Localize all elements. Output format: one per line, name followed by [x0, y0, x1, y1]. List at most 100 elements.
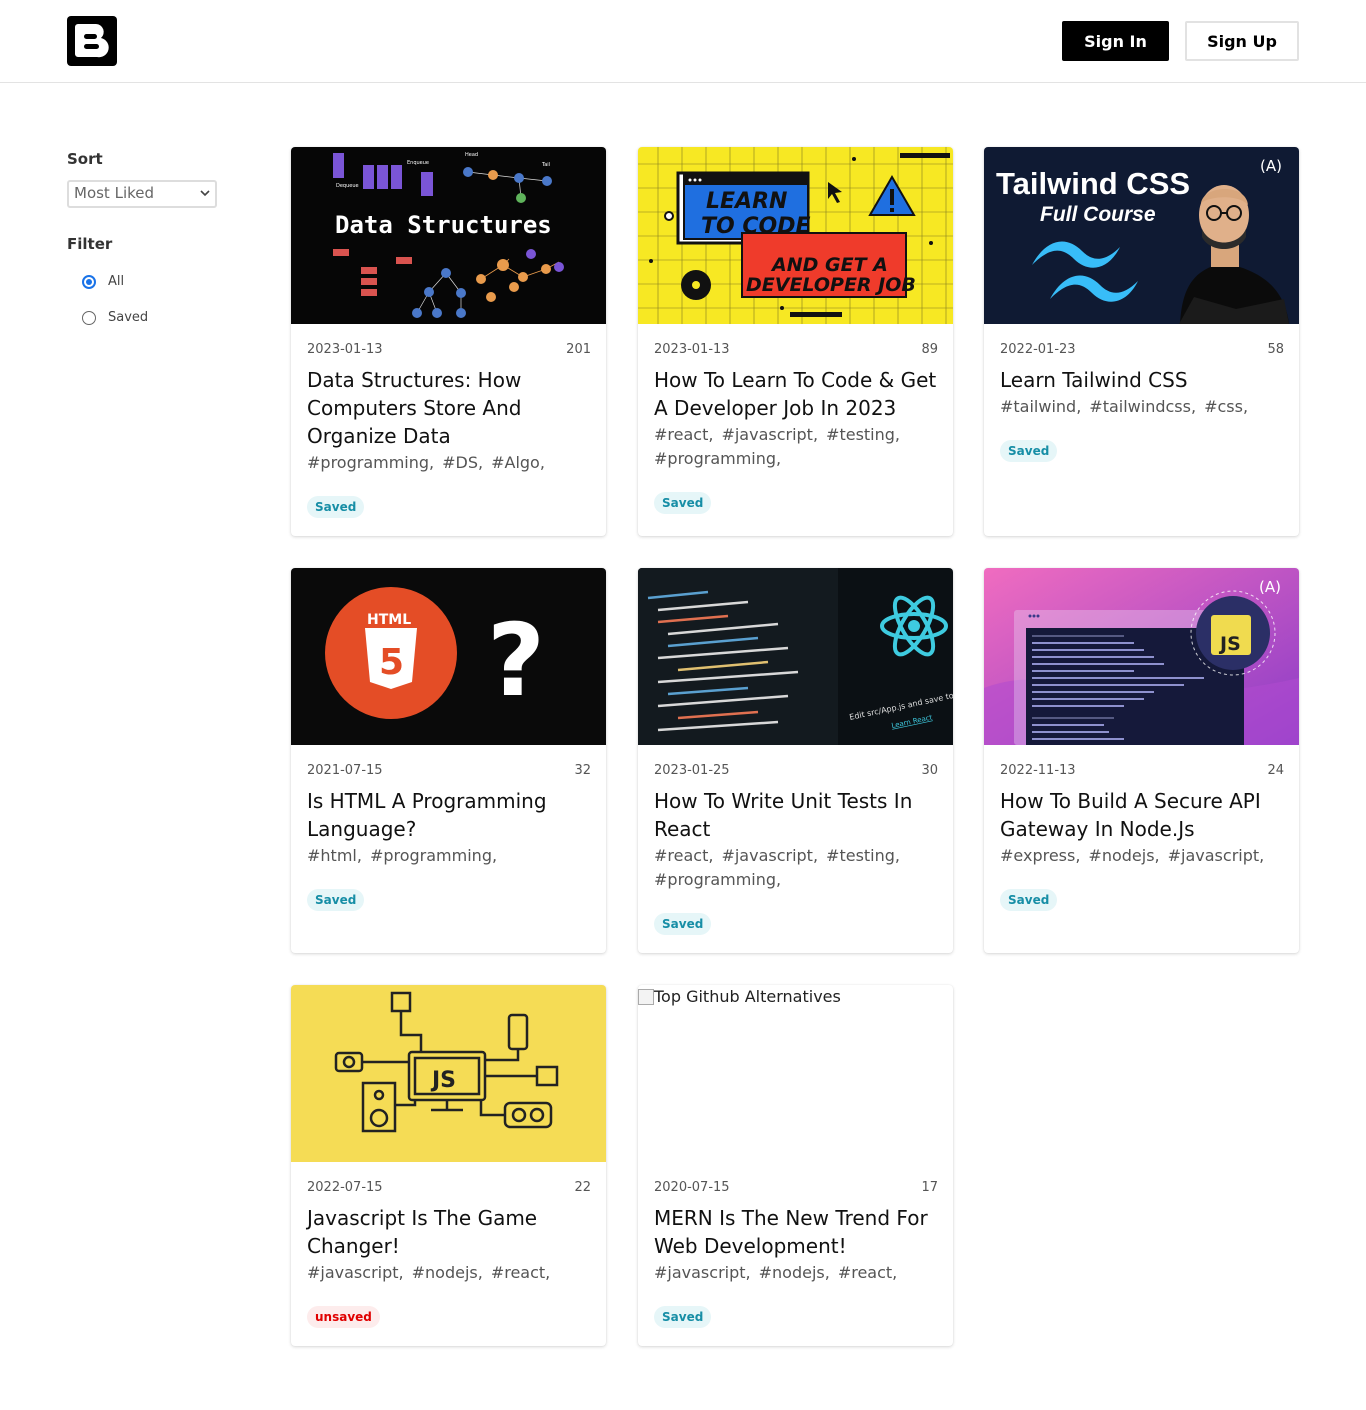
sign-in-button[interactable]: Sign In: [1062, 21, 1169, 61]
tag-link[interactable]: #programming,: [307, 453, 434, 472]
broken-image-icon: [638, 988, 654, 1005]
svg-text:Tail: Tail: [541, 162, 550, 168]
tag-link[interactable]: #nodejs,: [1088, 846, 1159, 865]
tag-link[interactable]: #express,: [1000, 846, 1080, 865]
post-card[interactable]: Edit src/App.js and save to reload. Lear…: [638, 568, 953, 953]
tag-link[interactable]: #testing,: [826, 425, 900, 444]
post-card[interactable]: JS 2022-07-15 22 Javascript Is The Game …: [291, 985, 606, 1346]
post-title[interactable]: MERN Is The New Trend For Web Developmen…: [654, 1204, 942, 1260]
post-thumbnail[interactable]: LEARN TO CODE AND GET A DEVELOPER JOB: [638, 147, 953, 324]
post-tags: #javascript, #nodejs, #react,: [654, 1261, 944, 1285]
post-card[interactable]: Top Github Alternatives 2020-07-15 17 ME…: [638, 985, 953, 1346]
svg-text:JS: JS: [1218, 633, 1241, 655]
post-thumbnail[interactable]: JS (A): [984, 568, 1299, 745]
radio-all[interactable]: [82, 274, 96, 289]
tag-link[interactable]: #nodejs,: [412, 1263, 483, 1282]
saved-badge[interactable]: Saved: [654, 913, 712, 935]
filter-option-label: Saved: [108, 310, 149, 325]
post-tags: #javascript, #nodejs, #react,: [307, 1261, 597, 1285]
tag-link[interactable]: #react,: [654, 425, 713, 444]
post-date: 2020-07-15: [654, 1180, 730, 1195]
post-thumbnail[interactable]: HTML 5 ?: [291, 568, 606, 745]
tag-link[interactable]: #programming,: [654, 870, 781, 889]
tag-link[interactable]: #DS,: [442, 453, 483, 472]
tag-link[interactable]: #javascript,: [721, 846, 818, 865]
like-count: 89: [921, 342, 938, 357]
saved-badge[interactable]: Saved: [1000, 440, 1058, 462]
svg-text:JS: JS: [430, 1068, 456, 1093]
svg-text:Full Course: Full Course: [1040, 203, 1156, 226]
sign-up-button[interactable]: Sign Up: [1185, 21, 1299, 61]
tag-link[interactable]: #programming,: [654, 449, 781, 468]
tag-link[interactable]: #javascript,: [721, 425, 818, 444]
post-card[interactable]: Dequeue Enqueue Head Tail Data Structure…: [291, 147, 606, 536]
post-title[interactable]: Is HTML A Programming Language?: [307, 787, 595, 843]
filter-option-saved[interactable]: Saved: [82, 310, 148, 325]
saved-badge[interactable]: Saved: [1000, 889, 1058, 911]
post-card[interactable]: JS (A) 2022-11-13 24 How To Build A Secu…: [984, 568, 1299, 953]
post-meta: 2023-01-13 201: [307, 342, 591, 357]
tag-link[interactable]: #react,: [838, 1263, 897, 1282]
sort-select[interactable]: Most Liked: [67, 180, 217, 208]
post-date: 2021-07-15: [307, 763, 383, 778]
post-card[interactable]: HTML 5 ? 2021-07-15 32 Is HTML A Program…: [291, 568, 606, 953]
radio-saved[interactable]: [82, 310, 96, 325]
svg-text:LEARN: LEARN: [706, 189, 787, 214]
tag-link[interactable]: #html,: [307, 846, 362, 865]
blogger-logo[interactable]: [67, 16, 117, 66]
post-meta: 2023-01-25 30: [654, 763, 938, 778]
post-thumbnail[interactable]: Top Github Alternatives: [638, 985, 953, 1162]
post-date: 2022-07-15: [307, 1180, 383, 1195]
tag-link[interactable]: #Algo,: [491, 453, 545, 472]
saved-badge[interactable]: Saved: [654, 1306, 712, 1328]
tag-link[interactable]: #tailwind,: [1000, 397, 1081, 416]
svg-text:(A): (A): [1260, 157, 1282, 175]
saved-badge[interactable]: Saved: [654, 492, 712, 514]
svg-text:Enqueue: Enqueue: [407, 160, 429, 166]
tag-link[interactable]: #react,: [654, 846, 713, 865]
unsaved-badge[interactable]: unsaved: [307, 1306, 380, 1328]
tag-link[interactable]: #testing,: [826, 846, 900, 865]
tag-link[interactable]: #tailwindcss,: [1089, 397, 1196, 416]
svg-text:?: ?: [487, 602, 545, 719]
post-title[interactable]: Data Structures: How Computers Store And…: [307, 366, 595, 450]
tag-link[interactable]: #javascript,: [307, 1263, 404, 1282]
tag-link[interactable]: #nodejs,: [759, 1263, 830, 1282]
post-meta: 2021-07-15 32: [307, 763, 591, 778]
tag-link[interactable]: #javascript,: [1168, 846, 1265, 865]
filter-heading: Filter: [67, 235, 113, 253]
tag-link[interactable]: #javascript,: [654, 1263, 751, 1282]
svg-text:Data Structures: Data Structures: [335, 211, 552, 239]
post-title[interactable]: How To Learn To Code & Get A Developer J…: [654, 366, 942, 422]
post-card[interactable]: Tailwind CSS Full Course (A) 2022-01-23 …: [984, 147, 1299, 536]
post-title[interactable]: How To Build A Secure API Gateway In Nod…: [1000, 787, 1288, 843]
post-meta: 2022-11-13 24: [1000, 763, 1284, 778]
filter-option-label: All: [108, 274, 125, 289]
like-count: 30: [921, 763, 938, 778]
saved-badge[interactable]: Saved: [307, 496, 365, 518]
post-thumbnail[interactable]: Tailwind CSS Full Course (A): [984, 147, 1299, 324]
saved-badge[interactable]: Saved: [307, 889, 365, 911]
post-title[interactable]: Learn Tailwind CSS: [1000, 366, 1288, 394]
post-thumbnail[interactable]: Edit src/App.js and save to reload. Lear…: [638, 568, 953, 745]
sort-heading: Sort: [67, 150, 103, 168]
tag-link[interactable]: #react,: [491, 1263, 550, 1282]
post-card[interactable]: LEARN TO CODE AND GET A DEVELOPER JOB 20…: [638, 147, 953, 536]
post-thumbnail[interactable]: Dequeue Enqueue Head Tail Data Structure…: [291, 147, 606, 324]
post-meta: 2022-01-23 58: [1000, 342, 1284, 357]
post-tags: #tailwind, #tailwindcss, #css,: [1000, 395, 1290, 419]
like-count: 32: [574, 763, 591, 778]
post-meta: 2022-07-15 22: [307, 1180, 591, 1195]
filter-option-all[interactable]: All: [82, 274, 124, 289]
like-count: 17: [921, 1180, 938, 1195]
post-tags: #html, #programming,: [307, 844, 597, 868]
post-title[interactable]: Javascript Is The Game Changer!: [307, 1204, 595, 1260]
post-thumbnail[interactable]: JS: [291, 985, 606, 1162]
tag-link[interactable]: #programming,: [370, 846, 497, 865]
chevron-down-icon: [200, 190, 210, 197]
tag-link[interactable]: #css,: [1204, 397, 1248, 416]
post-tags: #react, #javascript, #testing, #programmin…: [654, 844, 944, 892]
svg-text:Dequeue: Dequeue: [336, 183, 359, 189]
post-date: 2023-01-25: [654, 763, 730, 778]
post-title[interactable]: How To Write Unit Tests In React: [654, 787, 942, 843]
